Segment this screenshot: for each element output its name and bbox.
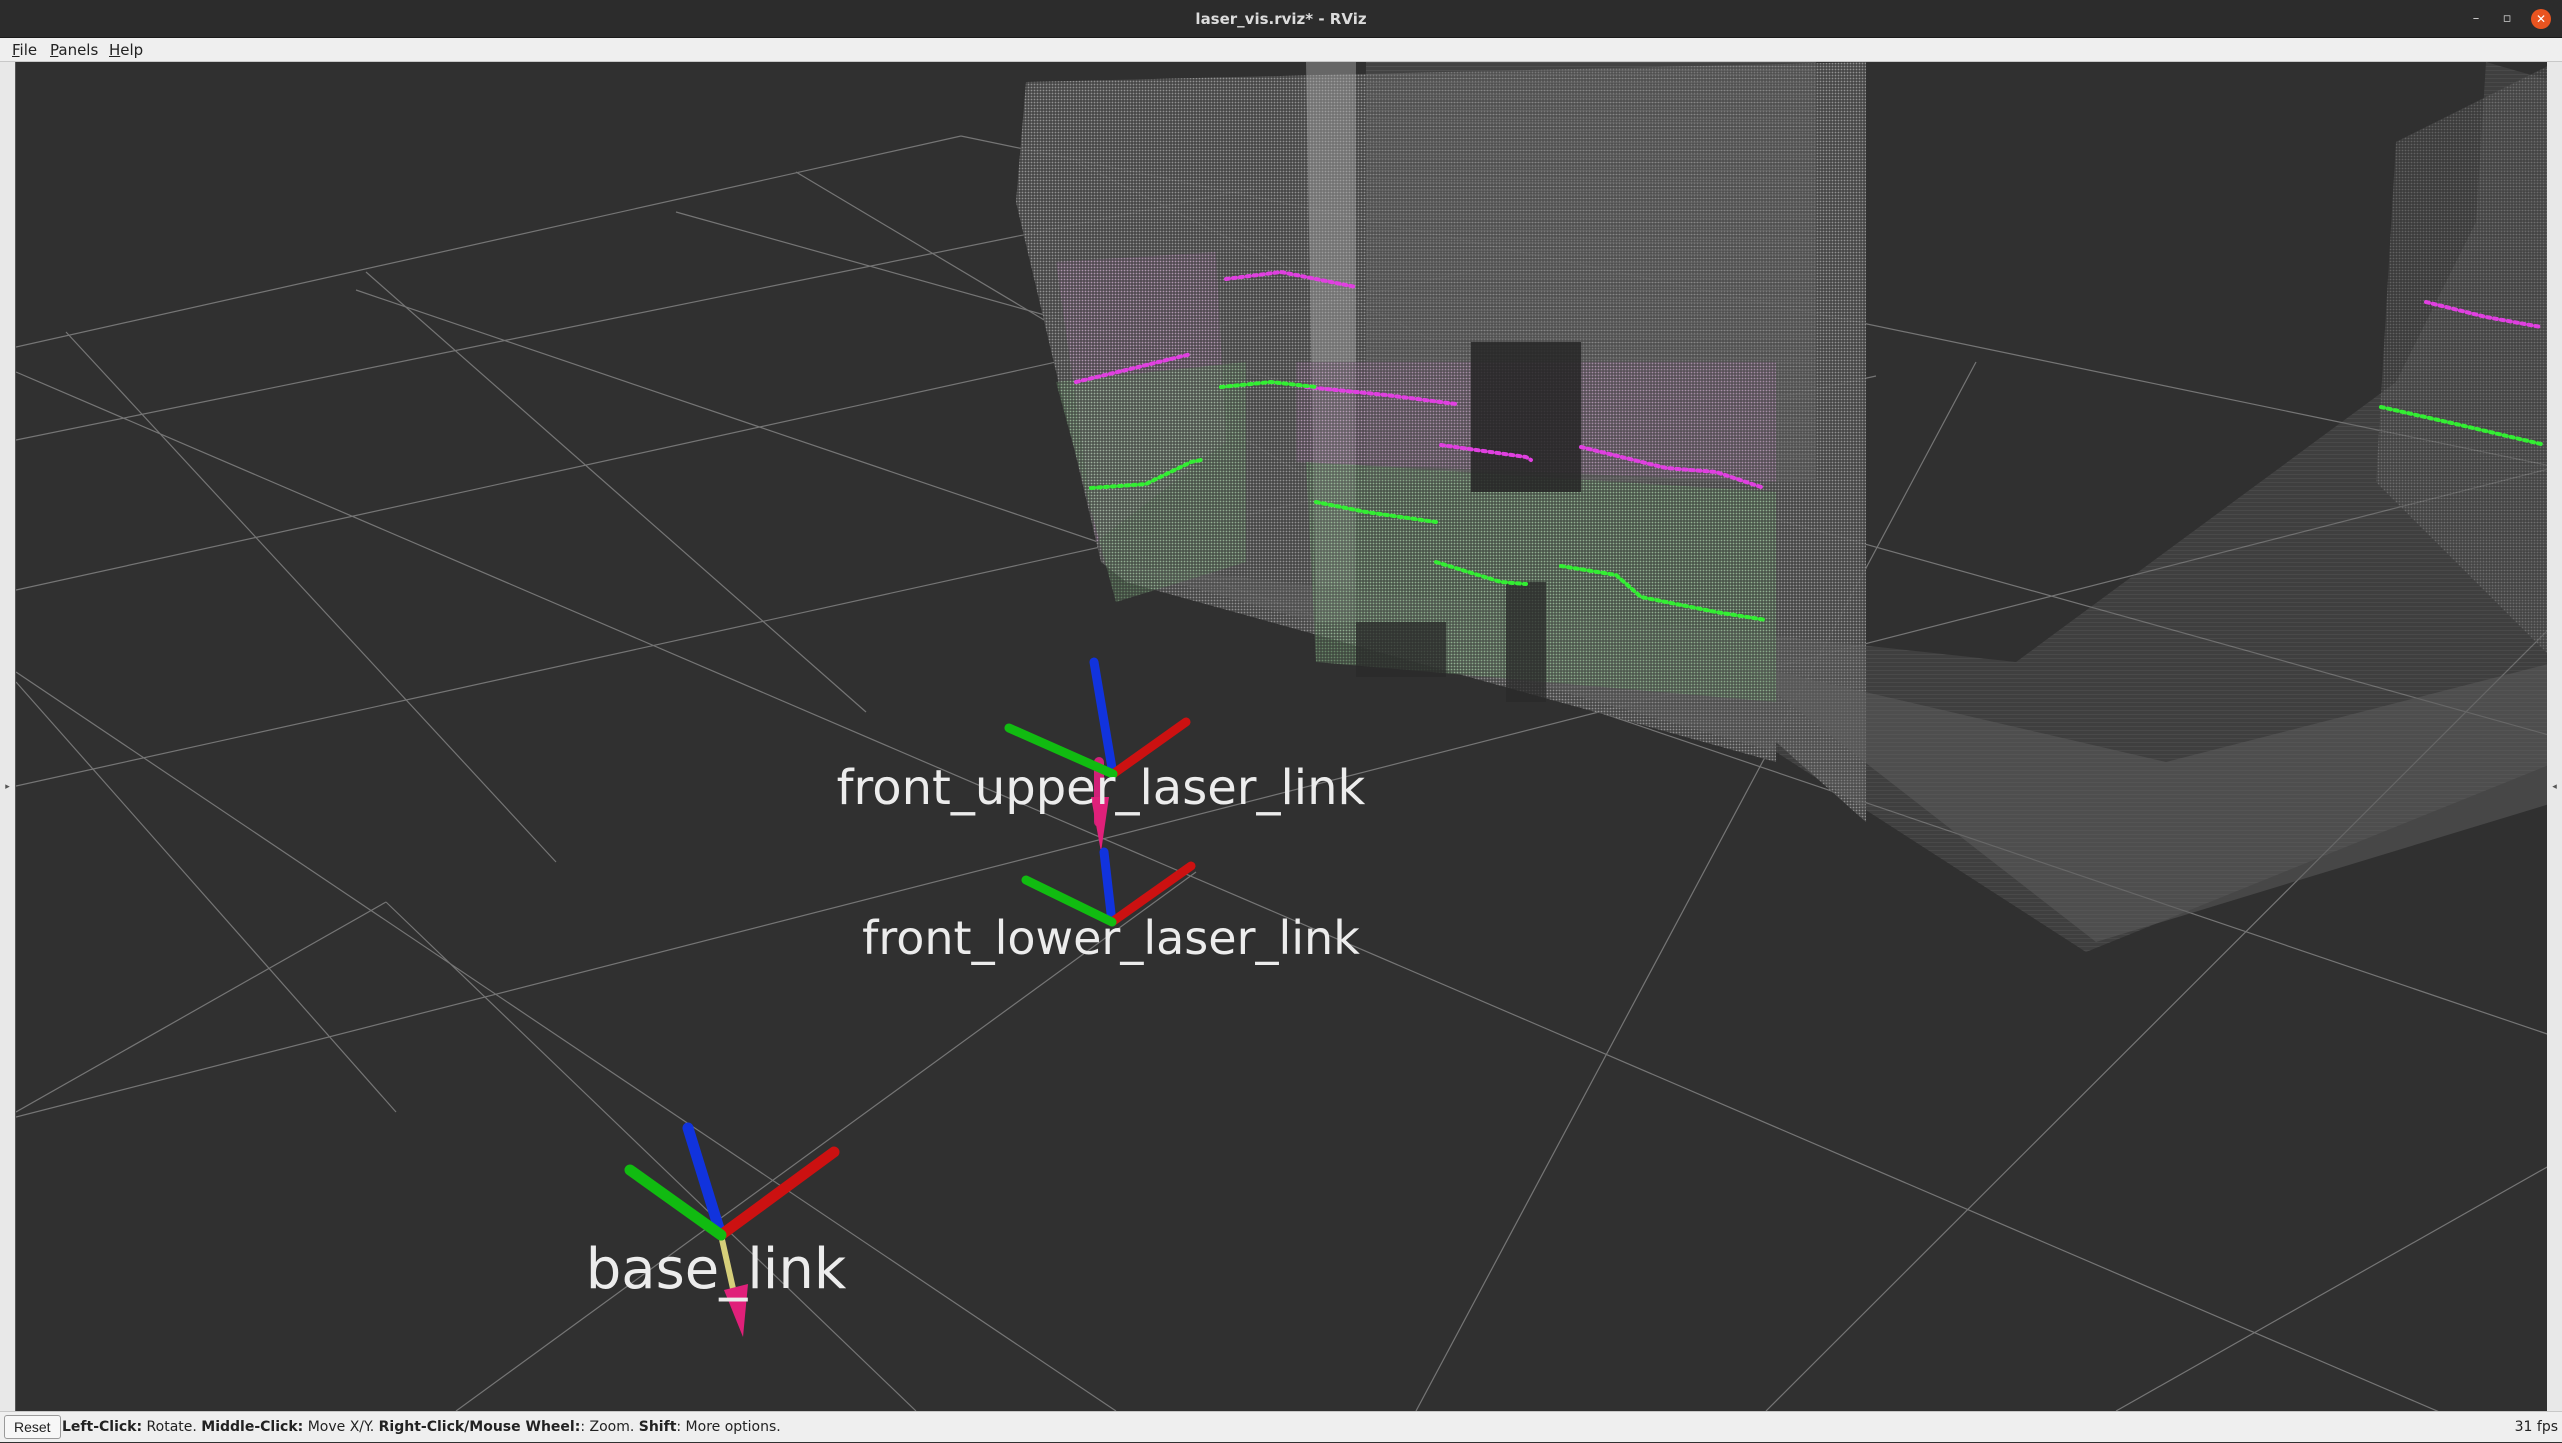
- status-bar: Reset Left-Click: Rotate. Middle-Click: …: [0, 1411, 2562, 1442]
- mouse-help-text: Left-Click: Rotate. Middle-Click: Move X…: [62, 1412, 781, 1443]
- menu-panels[interactable]: Panels: [50, 38, 98, 62]
- upper-axis-z: [1089, 657, 1118, 779]
- right-dock-collapse-handle[interactable]: ◂: [2547, 62, 2562, 1411]
- hint-right-click-desc: : Zoom.: [580, 1419, 639, 1435]
- expand-left-icon[interactable]: ▸: [0, 782, 15, 792]
- fps-readout: 31 fps: [2514, 1419, 2558, 1435]
- point-cloud: [1016, 62, 2554, 952]
- menu-help-mnemonic: H: [109, 41, 121, 59]
- menu-help[interactable]: Help: [109, 38, 143, 62]
- maximize-icon[interactable]: ▫: [2497, 9, 2517, 29]
- menu-file-label: ile: [19, 41, 38, 59]
- menu-help-label: elp: [120, 41, 144, 59]
- front-upper-laser-frame: [1004, 657, 1191, 852]
- expand-right-icon[interactable]: ◂: [2547, 782, 2562, 792]
- hint-middle-click-desc: Move X/Y.: [303, 1419, 379, 1435]
- base-axis-x: [715, 1146, 840, 1241]
- scene-canvas[interactable]: front_upper_laser_link front_lower_laser…: [16, 62, 2555, 1411]
- menu-panels-label: anels: [58, 41, 99, 59]
- frame-label-front-upper: front_upper_laser_link: [837, 760, 1366, 816]
- menu-file-mnemonic: F: [12, 41, 20, 59]
- hint-shift-key: Shift: [638, 1419, 677, 1435]
- window-title: laser_vis.rviz* - RViz: [1195, 10, 1367, 28]
- menu-file[interactable]: File: [12, 38, 37, 62]
- hint-left-click-key: Left-Click:: [62, 1419, 143, 1435]
- frame-label-base: base_link: [586, 1237, 847, 1302]
- minimize-icon[interactable]: –: [2466, 9, 2486, 29]
- render-viewport-3d[interactable]: front_upper_laser_link front_lower_laser…: [15, 62, 2555, 1411]
- left-dock-collapse-handle[interactable]: ▸: [0, 62, 15, 1411]
- frame-label-front-lower: front_lower_laser_link: [862, 911, 1360, 965]
- hint-shift-desc: : More options.: [676, 1419, 781, 1435]
- menu-bar: File Panels Help: [0, 38, 2562, 62]
- reset-button[interactable]: Reset: [4, 1415, 61, 1439]
- base-link-frame: [624, 1122, 840, 1337]
- window-titlebar: laser_vis.rviz* - RViz – ▫ ✕: [0, 0, 2562, 38]
- hint-right-click-key: Right-Click/Mouse Wheel:: [378, 1419, 581, 1435]
- close-icon[interactable]: ✕: [2531, 9, 2551, 29]
- hint-middle-click-key: Middle-Click:: [201, 1419, 304, 1435]
- hint-left-click-desc: Rotate.: [142, 1419, 202, 1435]
